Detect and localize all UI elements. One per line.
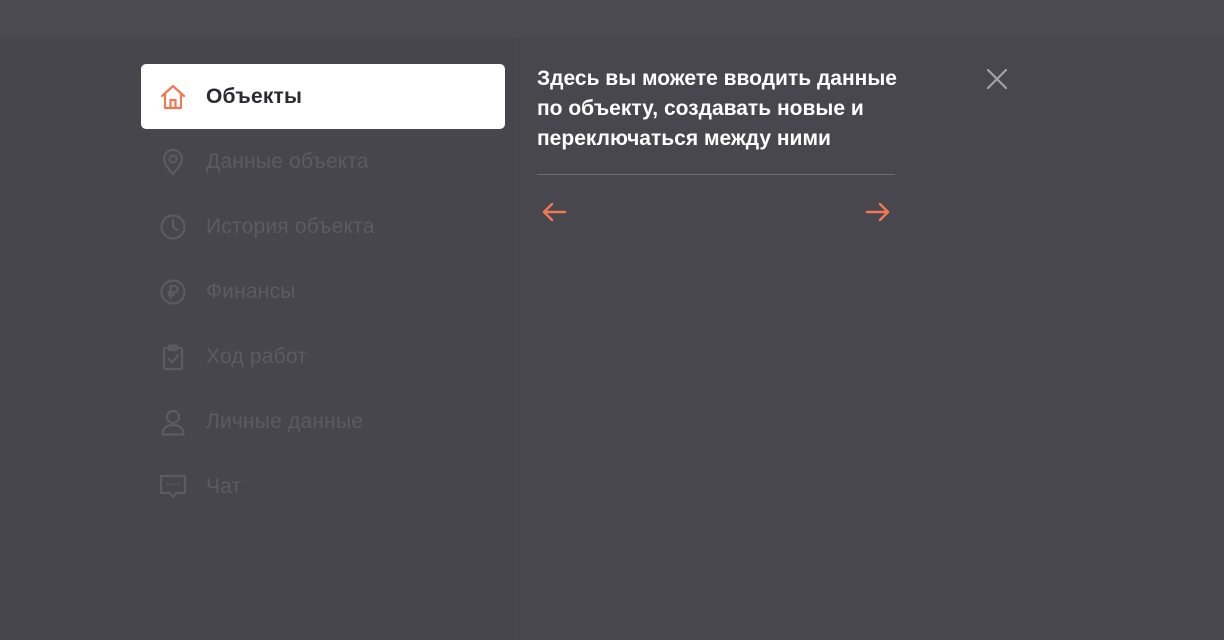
top-bar	[0, 0, 1224, 38]
sidebar-item-object-data[interactable]: Данные объекта	[141, 129, 505, 194]
close-icon	[985, 67, 1009, 96]
sidebar-item-personal-data[interactable]: Личные данные	[141, 389, 505, 454]
next-step-button[interactable]	[861, 199, 895, 229]
sidebar-item-label: Данные объекта	[206, 149, 369, 173]
sidebar-item-work-progress[interactable]: Ход работ	[141, 324, 505, 389]
clipboard-check-icon	[158, 342, 188, 372]
clock-icon	[158, 212, 188, 242]
tooltip-divider	[537, 174, 895, 175]
sidebar-item-chat[interactable]: Чат	[141, 454, 505, 519]
sidebar-item-object-history[interactable]: История объекта	[141, 194, 505, 259]
tooltip-text: Здесь вы можете вводить данные по объект…	[537, 67, 897, 150]
sidebar-item-finance[interactable]: Финансы	[141, 259, 505, 324]
user-icon	[158, 407, 188, 437]
arrow-left-icon	[541, 201, 567, 228]
location-pin-icon	[158, 147, 188, 177]
sidebar-item-label: Объекты	[206, 84, 303, 108]
sidebar-item-label: Ход работ	[206, 344, 308, 368]
sidebar-item-label: Чат	[206, 474, 242, 498]
sidebar-item-label: История объекта	[206, 214, 375, 238]
arrow-right-icon	[865, 201, 891, 228]
previous-step-button[interactable]	[537, 199, 571, 229]
onboarding-tooltip: Здесь вы можете вводить данные по объект…	[537, 64, 897, 229]
sidebar-item-label: Финансы	[206, 279, 296, 303]
ruble-icon	[158, 277, 188, 307]
chat-icon	[158, 472, 188, 502]
home-icon	[158, 82, 188, 112]
tooltip-navigation	[537, 199, 895, 229]
sidebar-item-label: Личные данные	[206, 409, 364, 433]
sidebar-menu: Объекты Данные объекта История объекта Ф…	[141, 64, 505, 519]
sidebar-item-objects[interactable]: Объекты	[141, 64, 505, 129]
close-button[interactable]	[982, 66, 1012, 96]
